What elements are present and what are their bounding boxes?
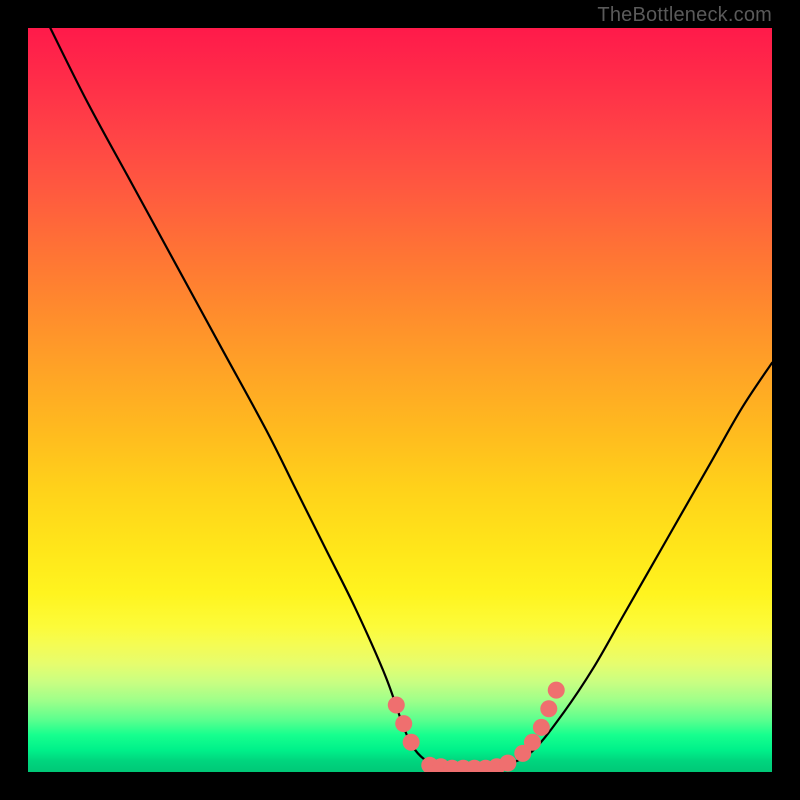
- highlight-dot: [548, 682, 565, 699]
- chart-frame: TheBottleneck.com: [0, 0, 800, 800]
- highlight-dot: [524, 734, 541, 751]
- curve-svg: [28, 28, 772, 772]
- highlight-dot: [533, 719, 550, 736]
- highlight-dots: [388, 682, 565, 772]
- highlight-dot: [403, 734, 420, 751]
- highlight-dot: [388, 697, 405, 714]
- highlight-dot: [499, 755, 516, 772]
- highlight-dot: [395, 715, 412, 732]
- plot-area: [28, 28, 772, 772]
- watermark-text: TheBottleneck.com: [597, 4, 772, 27]
- highlight-dot: [540, 700, 557, 717]
- bottleneck-curve: [50, 28, 772, 769]
